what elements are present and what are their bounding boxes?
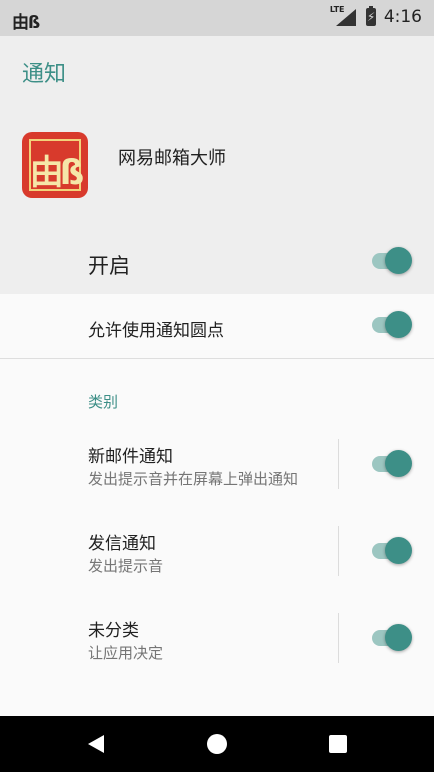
- category-description: 发出提示音并在屏幕上弹出通知: [88, 470, 299, 488]
- clock: 4:16: [383, 7, 422, 27]
- category-label: 新邮件通知: [88, 447, 173, 467]
- vertical-divider: [338, 613, 339, 663]
- toggle-thumb: [385, 450, 412, 477]
- category-description: 发出提示音: [88, 557, 164, 575]
- uncategorized-toggle[interactable]: [372, 624, 412, 652]
- app-icon-glyph: 由ß: [29, 153, 84, 193]
- category-label: 未分类: [88, 621, 139, 641]
- master-notification-toggle[interactable]: [372, 247, 412, 275]
- notification-dot-toggle[interactable]: [372, 311, 412, 339]
- network-type-label: LTE: [329, 5, 345, 14]
- home-icon[interactable]: [207, 734, 227, 754]
- status-bar: 由ß LTE ⚡ 4:16: [0, 0, 434, 36]
- categories-header: 类别: [88, 393, 119, 411]
- status-icons: LTE ⚡ 4:16: [330, 5, 422, 27]
- new-mail-toggle[interactable]: [372, 450, 412, 478]
- divider: [0, 358, 434, 359]
- master-toggle-label: 开启: [88, 254, 130, 278]
- page-title: 通知: [22, 62, 67, 87]
- toggle-thumb: [385, 247, 412, 274]
- notification-dot-row[interactable]: 允许使用通知圆点: [0, 294, 434, 358]
- recent-apps-icon[interactable]: [329, 735, 347, 753]
- app-name: 网易邮箱大师: [118, 148, 226, 169]
- app-icon: 由ß: [22, 132, 88, 198]
- vertical-divider: [338, 439, 339, 489]
- vertical-divider: [338, 526, 339, 576]
- category-row-sent-mail[interactable]: 发信通知 发出提示音: [0, 517, 434, 587]
- sent-mail-toggle[interactable]: [372, 537, 412, 565]
- navigation-bar: [0, 716, 434, 772]
- toggle-thumb: [385, 311, 412, 338]
- signal-icon: LTE: [330, 5, 358, 27]
- back-icon[interactable]: [88, 735, 104, 753]
- category-row-uncategorized[interactable]: 未分类 让应用决定: [0, 604, 434, 674]
- notification-dot-label: 允许使用通知圆点: [88, 321, 224, 341]
- category-row-new-mail[interactable]: 新邮件通知 发出提示音并在屏幕上弹出通知: [0, 430, 434, 500]
- toggle-thumb: [385, 624, 412, 651]
- app-notification-header: 通知 由ß 网易邮箱大师 开启: [0, 36, 434, 294]
- notification-app-icon: 由ß: [12, 13, 40, 33]
- battery-icon: ⚡: [365, 6, 376, 26]
- category-description: 让应用决定: [88, 644, 164, 662]
- category-label: 发信通知: [88, 534, 156, 554]
- toggle-thumb: [385, 537, 412, 564]
